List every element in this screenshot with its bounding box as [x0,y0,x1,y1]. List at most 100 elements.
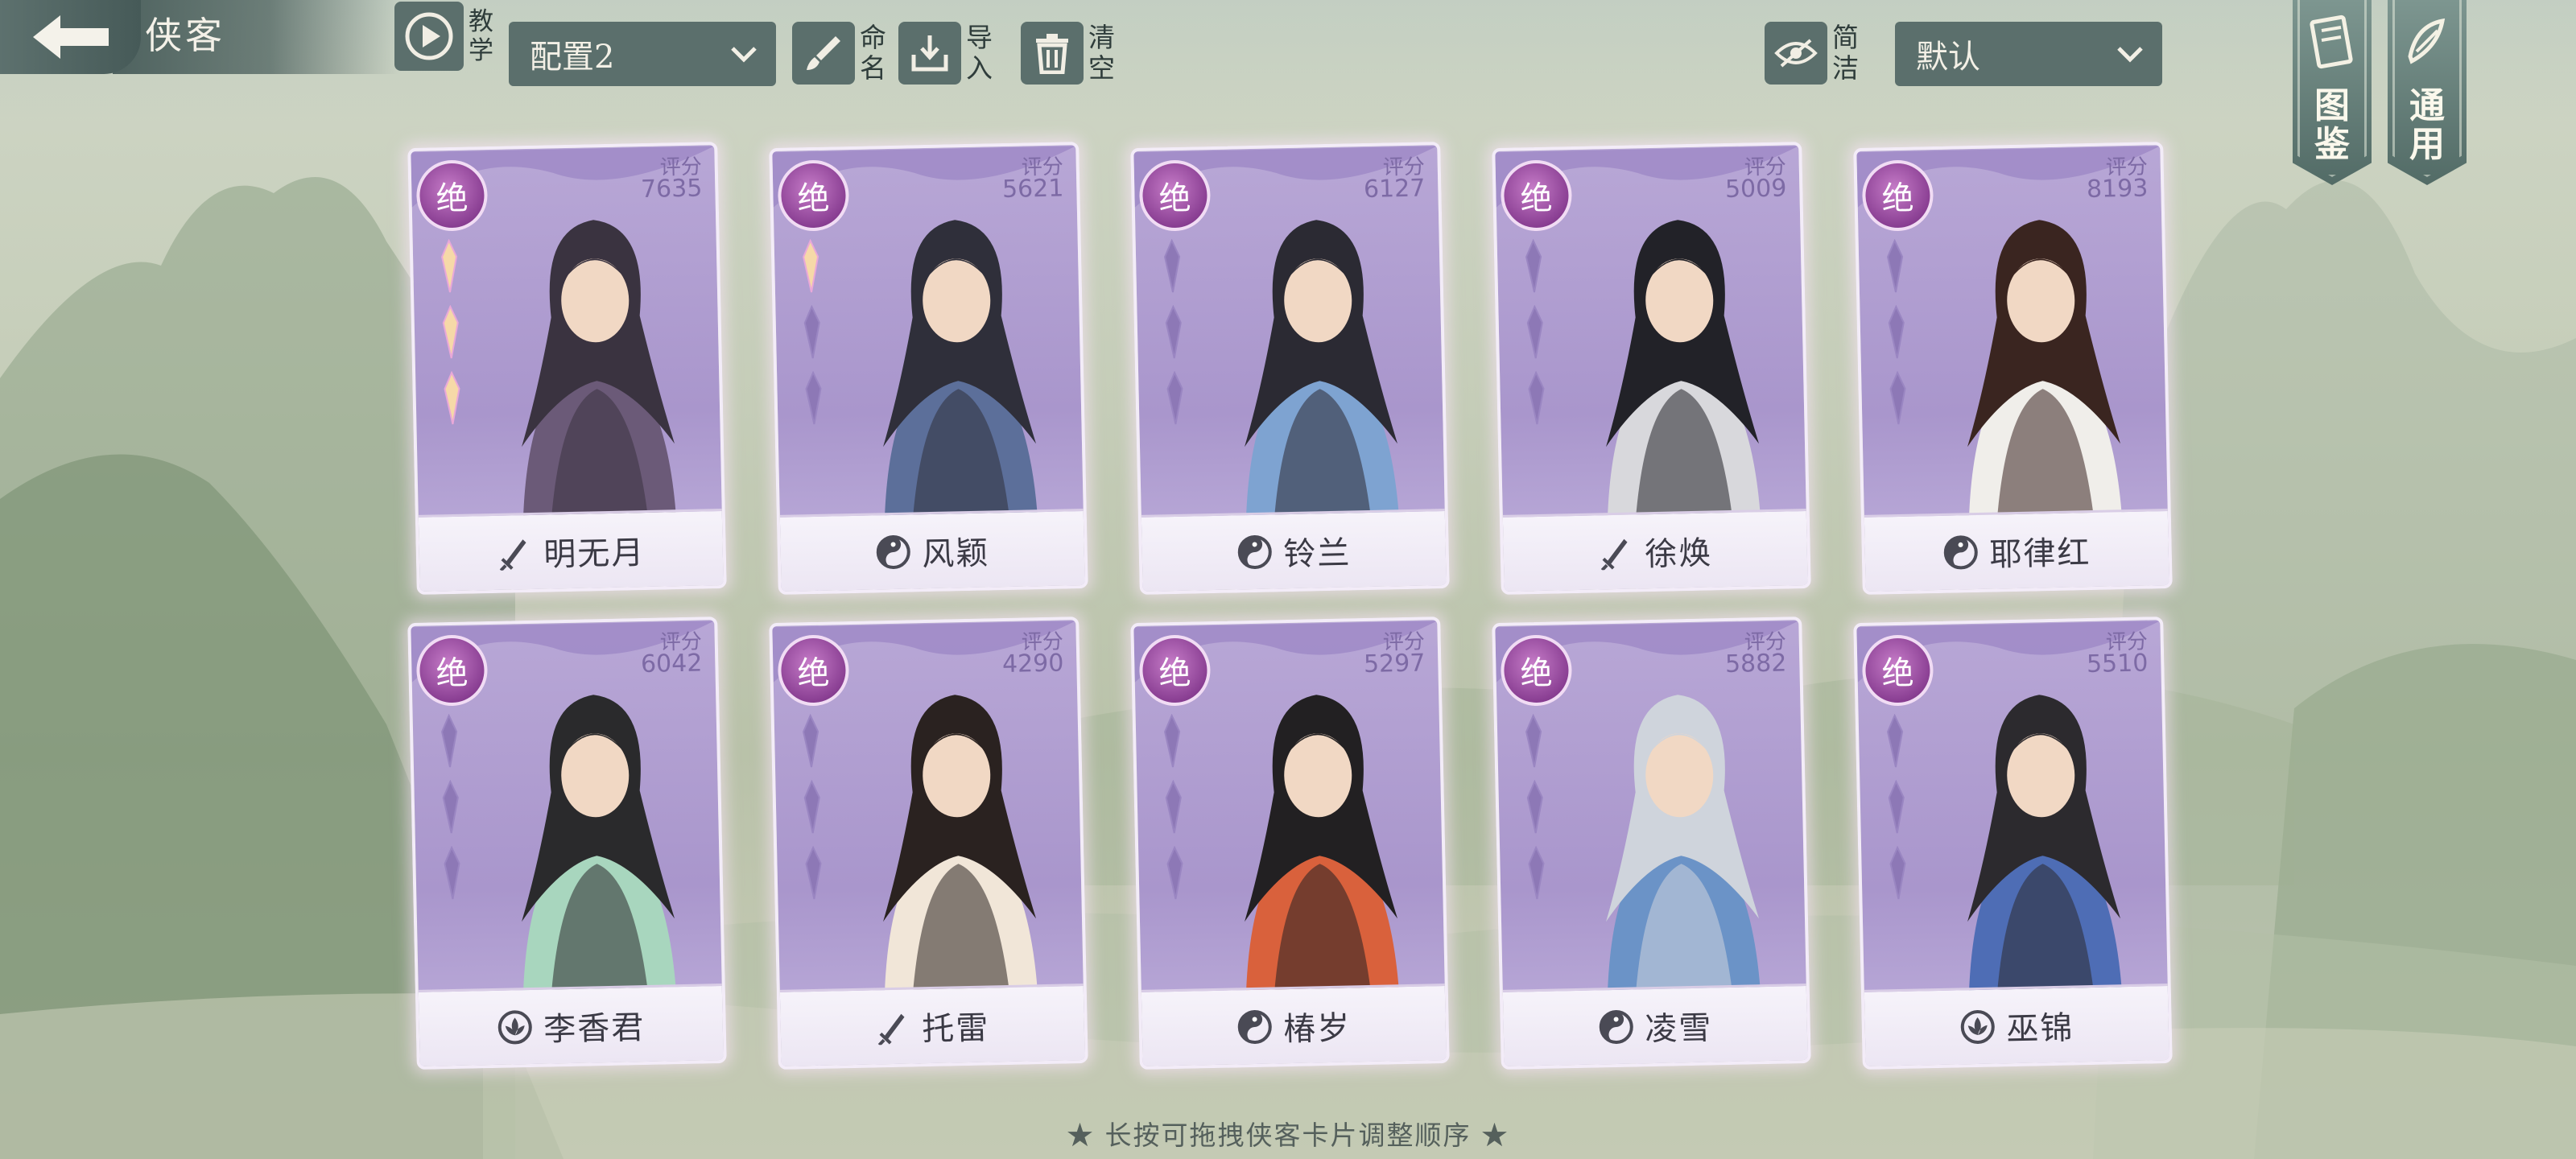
hero-card[interactable]: 绝评分 5009 徐焕 [1492,142,1811,595]
star-rank [1520,713,1559,912]
star-slot-icon [442,779,459,834]
trash-icon-box [1021,22,1084,85]
star-slot-icon [1528,370,1545,425]
chevron-down-icon [731,47,757,63]
import-button[interactable]: 导入 [898,22,993,85]
star-slot-icon [1887,713,1904,768]
hero-portrait [1245,695,1399,995]
hero-name: 托雷 [921,1009,990,1049]
hero-card[interactable]: 绝评分 8193 耶律红 [1853,142,2173,595]
star-slot-icon [1525,238,1542,293]
page-title: 侠客 [145,14,225,57]
star-slot-icon [1889,370,1906,425]
codex-label: 图鉴 [2314,85,2350,165]
hero-card[interactable]: 绝评分 6042 李香君 [407,617,727,1070]
name-plate: 椿岁 [1141,984,1447,1066]
star-slot-icon [803,779,820,834]
hero-portrait [1967,695,2122,995]
score-value: 5297 [1363,649,1426,679]
hero-name: 椿岁 [1282,1009,1352,1049]
score-value: 4290 [1001,649,1064,679]
hero-portrait [522,220,676,520]
star-slot-icon [1166,845,1183,900]
hero-name: 风颖 [921,534,990,574]
rename-button[interactable]: 命名 [792,22,886,85]
star-slot-icon [1526,779,1543,834]
score-value: 5882 [1724,649,1787,679]
hero-name: 巫锦 [2005,1009,2074,1049]
hero-card[interactable]: 绝评分 4290 托雷 [769,617,1088,1070]
brush-icon [807,36,840,70]
name-plate: 铃兰 [1141,509,1447,592]
trash-icon [1036,34,1068,74]
general-banner-button[interactable]: 通用 [2388,0,2467,185]
star-slot-icon [1525,713,1542,768]
star-rank [1158,238,1198,437]
star-slot-icon [805,845,822,900]
import-label: 导入 [966,22,993,84]
star-rank [797,238,836,437]
star-rank [1881,713,1921,912]
taiji-icon [1943,535,1978,570]
clear-button[interactable]: 清空 [1021,22,1115,85]
score-value: 5009 [1724,174,1787,204]
name-plate: 托雷 [779,984,1085,1066]
name-plate: 凌雪 [1502,984,1808,1066]
hero-card[interactable]: 绝评分 6127 铃兰 [1130,142,1450,595]
star-rank [1520,238,1559,437]
play-icon-box [394,2,464,71]
sort-dropdown-value: 默认 [1916,39,1980,76]
simple-mode-button[interactable]: 简洁 [1765,22,1859,85]
hero-card[interactable]: 绝评分 5297 椿岁 [1130,617,1450,1070]
hero-name: 铃兰 [1282,534,1352,574]
hero-portrait [1606,695,1761,995]
name-plate: 徐焕 [1502,509,1808,592]
taiji-icon [1599,1009,1633,1044]
brush-icon-box [792,22,855,85]
score-value: 5621 [1001,174,1064,204]
general-label: 通用 [2409,85,2445,165]
star-slot-icon [1166,370,1183,425]
tutorial-label: 教学 [469,7,493,65]
taiji-icon [876,534,910,569]
book-icon [2310,14,2353,69]
star-slot-icon [1164,713,1181,768]
star-slot-icon [803,304,820,359]
star-slot-icon [1888,304,1905,359]
star-slot-icon [803,713,819,768]
hero-card[interactable]: 绝评分 5882 凌雪 [1492,617,1811,1070]
config-dropdown[interactable]: 配置2 [509,22,776,86]
hero-portrait [1967,220,2122,520]
codex-banner-button[interactable]: 图鉴 [2293,0,2372,185]
hero-card[interactable]: 绝评分 5621 风颖 [769,142,1088,595]
star-rank [797,713,836,912]
rename-label: 命名 [860,22,886,84]
hero-name: 徐焕 [1644,534,1713,574]
star-slot-icon [444,845,460,900]
hero-name: 明无月 [543,534,646,574]
star-slot-icon [1528,845,1545,900]
hero-card[interactable]: 绝评分 7635 明无月 [407,142,727,595]
sort-dropdown[interactable]: 默认 [1895,22,2162,86]
hero-portrait [883,695,1038,995]
hero-name: 凌雪 [1644,1009,1713,1049]
tutorial-button[interactable]: 教学 [394,2,493,71]
play-icon [405,12,453,60]
star-rank [1158,713,1198,912]
score-value: 5510 [2086,649,2149,679]
star-slot-icon [1526,304,1543,359]
back-button[interactable] [0,0,141,74]
clear-label: 清空 [1088,22,1115,84]
hero-card[interactable]: 绝评分 5510 巫锦 [1853,617,2173,1070]
taiji-icon [1237,534,1272,569]
back-arrow-icon [32,15,109,59]
drag-hint-text: ★ 长按可拖拽侠客卡片调整顺序 ★ [1067,1120,1509,1151]
star-slot-icon [1165,304,1182,359]
name-plate: 李香君 [418,984,724,1066]
eye-slash-icon-box [1765,22,1827,85]
hero-portrait [522,695,676,995]
import-icon [911,35,948,72]
score-value: 6042 [640,649,703,679]
name-plate: 耶律红 [1864,509,2169,592]
sword-icon [499,539,526,571]
